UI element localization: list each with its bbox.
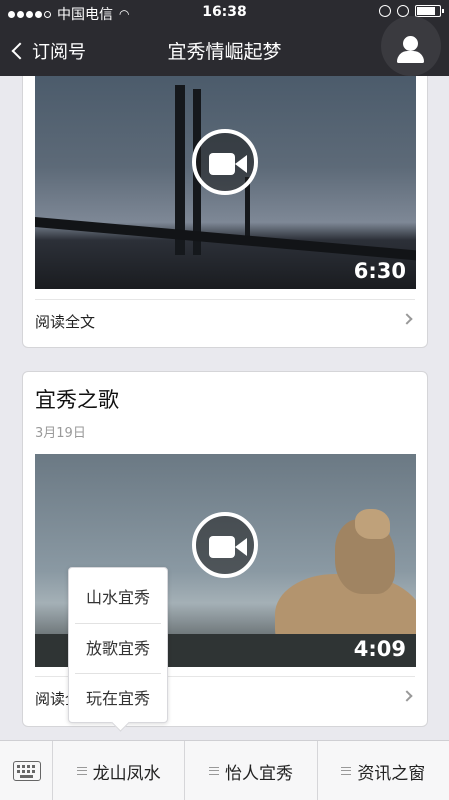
video-thumbnail[interactable]: 6:30 (35, 76, 416, 289)
play-video-button[interactable] (192, 512, 258, 578)
read-full-text-label: 阅读全文 (35, 313, 96, 331)
menu-lines-icon (341, 767, 352, 775)
chevron-right-icon (401, 690, 413, 702)
read-full-text-link[interactable]: 阅读全文 (35, 299, 415, 341)
menu-tab[interactable]: 怡人宜秀 (185, 741, 318, 800)
play-video-button[interactable] (192, 129, 258, 195)
video-duration: 4:09 (353, 637, 406, 661)
bottom-menu-bar: 龙山凤水 怡人宜秀 资讯之窗 (0, 740, 449, 800)
rotation-lock-icon (379, 5, 391, 17)
menu-tab-label: 资讯之窗 (357, 763, 426, 784)
submenu-item[interactable]: 放歌宜秀 (75, 623, 161, 673)
article-date: 3月19日 (35, 426, 86, 441)
video-camera-icon (209, 153, 235, 175)
menu-tab-label: 怡人宜秀 (224, 763, 293, 784)
battery-icon (415, 5, 444, 17)
submenu-item[interactable]: 玩在宜秀 (75, 673, 161, 723)
article-card[interactable]: 6:30 阅读全文 (22, 76, 428, 348)
nav-bar: 订阅号 宜秀情崛起梦 (0, 16, 449, 76)
video-camera-icon (209, 536, 235, 558)
keyboard-toggle-button[interactable] (0, 741, 53, 800)
submenu-item[interactable]: 山水宜秀 (75, 573, 161, 623)
menu-lines-icon (76, 767, 87, 775)
keyboard-icon (13, 761, 41, 781)
chevron-right-icon (401, 313, 413, 325)
menu-tab-label: 龙山凤水 (92, 763, 161, 784)
submenu-popup: 山水宜秀 放歌宜秀 玩在宜秀 (68, 567, 168, 723)
status-bar: 中国电信 ◠ 16:38 (0, 0, 449, 26)
profile-button[interactable] (381, 16, 441, 76)
video-duration: 6:30 (353, 259, 406, 283)
menu-tab[interactable]: 龙山凤水 (53, 741, 186, 800)
person-icon (403, 36, 418, 51)
menu-lines-icon (208, 767, 219, 775)
article-title: 宜秀之歌 (35, 388, 119, 412)
menu-tab[interactable]: 资讯之窗 (318, 741, 449, 800)
